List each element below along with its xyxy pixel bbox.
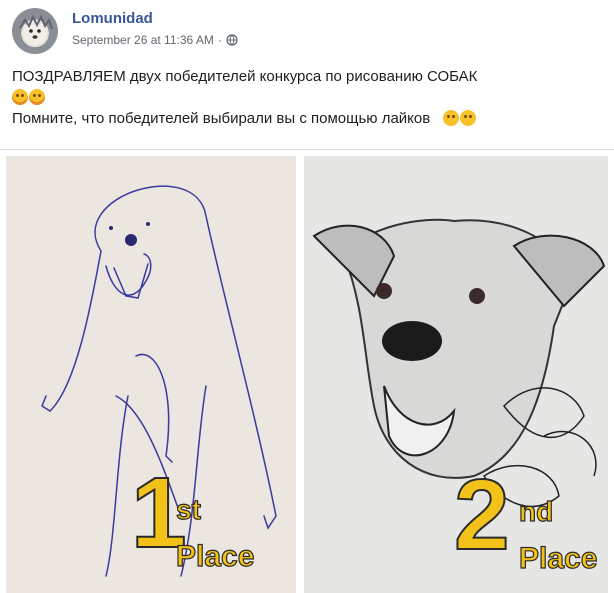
place-number: 2 [453, 458, 511, 572]
photo-second-place[interactable]: 2 nd Place [304, 156, 608, 593]
emoji-row [12, 87, 602, 108]
place-label: Place [175, 539, 255, 573]
post-text: ПОЗДРАВЛЯЕМ двух победителей конкурса по… [12, 66, 602, 129]
author-name[interactable]: Lomunidad [72, 10, 153, 27]
photo-first-place[interactable]: 1 st Place [6, 156, 296, 593]
post-header: Lomunidad September 26 at 11:36 AM · [0, 0, 614, 62]
divider [0, 149, 614, 150]
place-suffix: nd [518, 495, 554, 527]
post-line-1: ПОЗДРАВЛЯЕМ двух победителей конкурса по… [12, 68, 478, 85]
place-suffix: st [175, 493, 201, 525]
avatar[interactable] [12, 8, 58, 54]
place-label: Place [518, 541, 598, 575]
emoji-icon [459, 110, 476, 126]
post-timestamp[interactable]: September 26 at 11:36 AM [72, 33, 214, 47]
hedgehog-avatar-icon [19, 14, 53, 45]
emoji-icon [12, 89, 28, 105]
post-meta: September 26 at 11:36 AM · [72, 33, 238, 47]
emoji-icon [29, 89, 45, 105]
globe-icon[interactable] [226, 34, 238, 46]
emoji-icon [442, 110, 459, 126]
meta-separator: · [217, 33, 222, 47]
post-line-2: Помните, что победителей выбирали вы с п… [12, 108, 602, 129]
